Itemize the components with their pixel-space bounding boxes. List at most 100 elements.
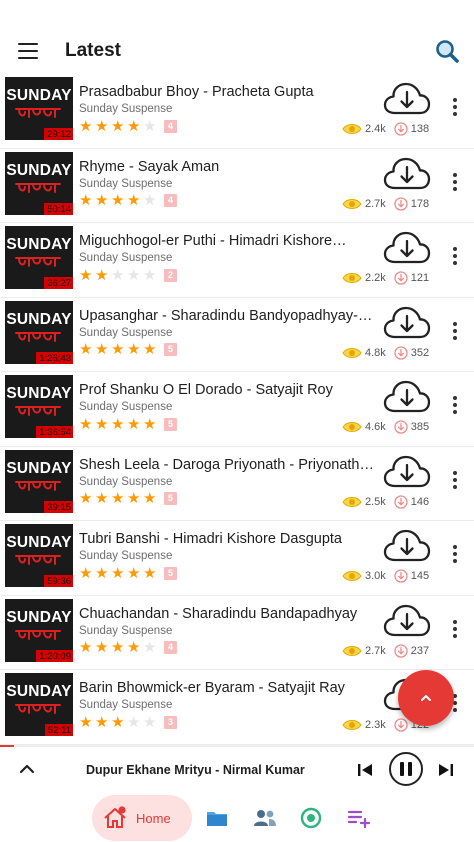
download-small-icon — [394, 569, 408, 583]
eye-icon — [342, 720, 362, 730]
thumbnail-brand: SUNDAY — [6, 534, 72, 551]
list-item[interactable]: SUNDAY 1:36:54 Prof Shanku O El Dorado - S… — [0, 372, 474, 447]
download-count: 385 — [410, 421, 430, 433]
menu-icon[interactable] — [18, 43, 38, 59]
pause-button[interactable] — [389, 752, 423, 786]
list-item[interactable]: SUNDAY 39:15 Shesh Leela - Daroga Priyonat… — [0, 447, 474, 521]
view-count: 4.6k — [365, 421, 386, 433]
episode-list: SUNDAY 29:12 Prasadbabur Bhoy - Pracheta G… — [0, 74, 474, 745]
eye-icon — [342, 198, 362, 209]
rating-star: ★ — [127, 415, 141, 433]
episode-thumbnail: SUNDAY 29:12 — [5, 77, 73, 140]
rating-star: ★ — [95, 415, 109, 433]
scroll-top-button[interactable] — [398, 670, 454, 726]
more-vertical-icon[interactable] — [448, 543, 462, 565]
download-small-icon — [394, 494, 408, 509]
rating-star: ★ — [95, 639, 109, 656]
rating-star: ★ — [79, 490, 93, 507]
rating-star: ★ — [79, 341, 93, 358]
list-item[interactable]: SUNDAY 59:36 Tubri Banshi - Himadri Kishor… — [0, 521, 474, 596]
rating: ★ ★ ★ ★ ★ 5 — [79, 491, 379, 507]
episode-stats: 2.7k 237 — [342, 643, 429, 658]
rating-star: ★ — [143, 192, 157, 209]
download-count: 146 — [410, 495, 430, 508]
rating-star: ★ — [95, 192, 109, 209]
rating-star: ★ — [111, 490, 125, 507]
home-icon — [104, 806, 126, 828]
thumbnail-brand: SUNDAY — [6, 87, 72, 104]
more-vertical-icon[interactable] — [448, 394, 462, 416]
episode-title: Upasanghar - Sharadindu Bandyopadhyay-… — [79, 307, 373, 324]
more-vertical-icon[interactable] — [448, 245, 462, 267]
thumbnail-brand: SUNDAY — [6, 608, 72, 626]
cloud-download-icon[interactable] — [383, 229, 431, 269]
duration-badge: 39:15 — [44, 500, 73, 513]
rating-star: ★ — [79, 639, 93, 656]
duration-badge: 50:14 — [44, 202, 73, 215]
download-small-icon — [394, 196, 408, 211]
episode-stats: 2.2k 121 — [342, 271, 429, 285]
thumbnail-brand: SUNDAY — [6, 459, 72, 477]
cloud-download-icon[interactable] — [383, 304, 431, 344]
search-icon[interactable] — [434, 38, 460, 64]
episode-thumbnail: SUNDAY 39:15 — [5, 449, 73, 513]
episode-category: Sunday Suspense — [79, 699, 173, 711]
cloud-download-icon[interactable] — [383, 527, 431, 567]
list-item[interactable]: SUNDAY 50:14 Rhyme - Sayak Aman Sunday Susp… — [0, 149, 474, 223]
cloud-download-icon[interactable] — [383, 378, 431, 418]
episode-thumbnail: SUNDAY 1:26:43 — [5, 300, 73, 364]
list-item[interactable]: SUNDAY 29:12 Prasadbabur Bhoy - Pracheta G… — [0, 74, 474, 149]
rating-star: ★ — [111, 639, 125, 656]
duration-badge: 1:36:54 — [36, 426, 73, 438]
rating-star: ★ — [143, 490, 157, 507]
episode-thumbnail: SUNDAY 1:36:54 — [5, 375, 73, 438]
episode-category: Sunday Suspense — [79, 177, 173, 190]
playlist-add-icon[interactable] — [347, 807, 371, 829]
expand-player-icon[interactable] — [18, 762, 36, 776]
list-item[interactable]: SUNDAY 1:26:43 Upasanghar - Sharadindu Ban… — [0, 298, 474, 372]
rating: ★ ★ ★ ★ ★ 4 — [79, 193, 379, 209]
rating-badge: 4 — [164, 641, 177, 654]
rating-badge: 5 — [164, 566, 177, 580]
list-item[interactable]: SUNDAY 1:20:09 Chuachandan - Sharadindu Ba… — [0, 596, 474, 670]
rating-star: ★ — [143, 415, 157, 433]
skip-next-icon[interactable] — [437, 761, 455, 779]
rating-star: ★ — [127, 639, 141, 656]
now-playing-title: Dupur Ekhane Mrityu - Nirmal Kumar — [86, 763, 305, 777]
cloud-download-icon[interactable] — [383, 155, 431, 195]
page-title: Latest — [65, 40, 121, 61]
bengali-title-art — [15, 555, 61, 565]
episode-title: Miguchhogol-er Puthi - Himadri Kishore… — [79, 233, 347, 249]
record-icon[interactable] — [299, 807, 323, 829]
episode-title: Tubri Banshi - Himadri Kishore Dasgupta — [79, 531, 342, 547]
bengali-title-art — [15, 480, 61, 491]
episode-stats: 2.4k 138 — [342, 122, 429, 136]
episode-category: Sunday Suspense — [79, 475, 173, 488]
cloud-download-icon[interactable] — [383, 602, 431, 642]
more-vertical-icon[interactable] — [448, 320, 462, 342]
episode-stats: 4.8k 352 — [342, 345, 429, 360]
rating-star: ★ — [79, 117, 93, 135]
rating-star: ★ — [127, 341, 141, 358]
episode-category: Sunday Suspense — [79, 326, 173, 339]
authors-icon[interactable] — [253, 807, 277, 829]
folder-icon[interactable] — [205, 807, 229, 829]
more-vertical-icon[interactable] — [448, 171, 462, 193]
more-vertical-icon[interactable] — [448, 618, 462, 640]
cloud-download-icon[interactable] — [383, 80, 431, 120]
nav-home[interactable]: Home — [92, 795, 192, 841]
list-item[interactable]: SUNDAY 36:27 Miguchhogol-er Puthi - Himadr… — [0, 223, 474, 298]
episode-title: Prof Shanku O El Dorado - Satyajit Roy — [79, 382, 333, 398]
rating-star: ★ — [143, 639, 157, 656]
rating-star: ★ — [79, 713, 93, 731]
episode-stats: 2.5k 146 — [342, 494, 430, 509]
more-vertical-icon[interactable] — [448, 96, 462, 118]
download-count: 145 — [410, 570, 430, 582]
mini-player[interactable]: Dupur Ekhane Mrityu - Nirmal Kumar — [0, 747, 474, 793]
rating-badge: 4 — [164, 119, 177, 133]
more-vertical-icon[interactable] — [448, 469, 462, 491]
rating-star: ★ — [79, 415, 93, 433]
bengali-title-art — [15, 331, 61, 342]
skip-previous-icon[interactable] — [356, 761, 374, 779]
cloud-download-icon[interactable] — [383, 453, 431, 493]
